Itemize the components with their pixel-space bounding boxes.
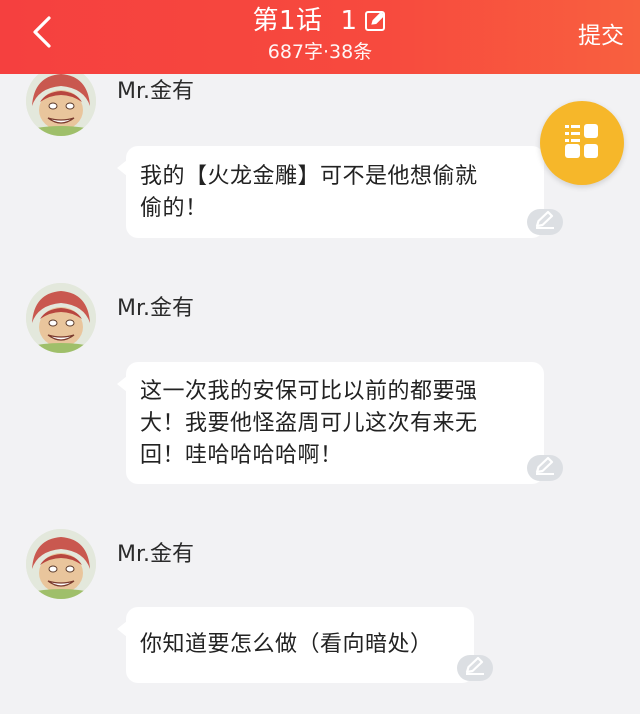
- pencil-icon: [533, 456, 557, 480]
- pencil-icon: [463, 656, 487, 680]
- message-line: 你知道要怎么做（看向暗处）: [140, 632, 433, 657]
- avatar[interactable]: [26, 529, 96, 599]
- edit-message-button[interactable]: [527, 455, 563, 481]
- message-line: 我的【火龙金雕】可不是他想偷就: [140, 164, 478, 189]
- chapter-title: 第1话: [252, 6, 323, 36]
- sender-name: Mr.金有: [117, 542, 195, 567]
- message-bubble[interactable]: 你知道要怎么做（看向暗处）: [117, 607, 474, 683]
- message-line: 这一次我的安保可比以前的都要强: [140, 379, 478, 404]
- message-bubble[interactable]: 我的【火龙金雕】可不是他想偷就 偷的！: [117, 146, 544, 238]
- submit-button[interactable]: 提交: [578, 20, 624, 52]
- message-line: 回！哇哈哈哈哈啊！: [140, 443, 343, 468]
- avatar[interactable]: [26, 283, 96, 353]
- edit-message-button[interactable]: [527, 209, 563, 235]
- title-block: 第1话 1 687字·38条: [0, 4, 640, 65]
- layout-menu-button[interactable]: [540, 101, 624, 185]
- message-bubble[interactable]: 这一次我的安保可比以前的都要强 大！我要他怪盗周可儿这次有来无 回！哇哈哈哈哈啊…: [117, 362, 544, 484]
- pencil-icon: [533, 210, 557, 234]
- message-line: 偷的！: [140, 196, 208, 221]
- top-bar: 第1话 1 687字·38条 提交: [0, 0, 640, 74]
- edit-message-button[interactable]: [457, 655, 493, 681]
- message-line: 大！我要他怪盗周可儿这次有来无: [140, 411, 478, 436]
- chapter-number: 1: [340, 6, 358, 36]
- layout-grid-icon: [562, 121, 602, 165]
- edit-icon[interactable]: [364, 9, 388, 33]
- avatar[interactable]: [26, 66, 96, 136]
- word-count-subtitle: 687字·38条: [267, 41, 373, 63]
- sender-name: Mr.金有: [117, 79, 195, 104]
- sender-name: Mr.金有: [117, 296, 195, 321]
